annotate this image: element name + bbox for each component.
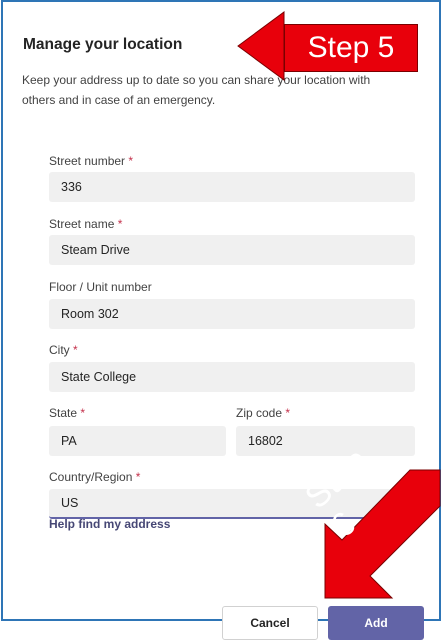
step5-callout: Step 5 <box>284 24 418 72</box>
annotation-overlay <box>237 11 441 599</box>
step5-arrow <box>237 11 285 81</box>
